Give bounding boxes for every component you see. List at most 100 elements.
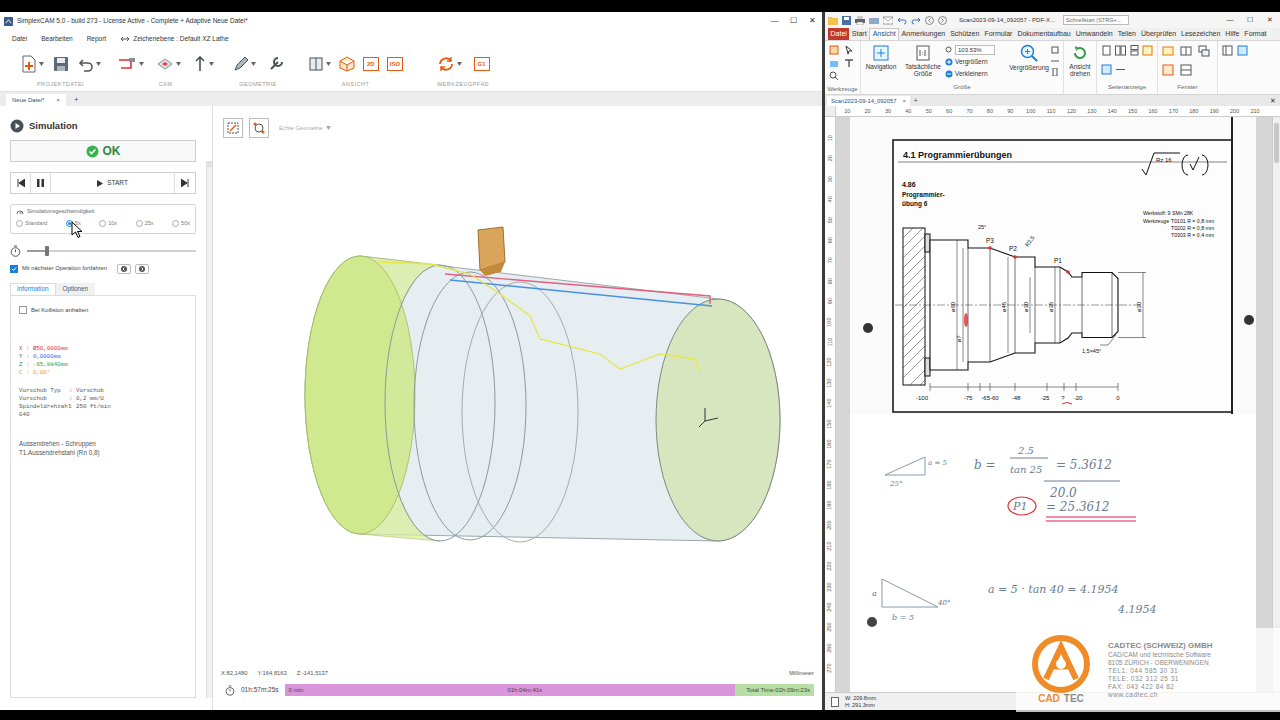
- ribbon-tab[interactable]: Überprüfen: [1139, 28, 1179, 40]
- navigation-button[interactable]: Navigation: [861, 41, 901, 83]
- 3d-viewport[interactable]: Echte Geometrie: [213, 106, 822, 682]
- forward-icon[interactable]: [938, 16, 947, 25]
- folder-icon[interactable]: [828, 16, 838, 25]
- maximize-button[interactable]: ☐: [784, 12, 803, 30]
- text-tool-icon[interactable]: [844, 58, 854, 68]
- back-icon[interactable]: [925, 16, 934, 25]
- plane-selector[interactable]: Zeichenebene : Default XZ Lathe: [133, 34, 228, 44]
- page-layout-icon[interactable]: [1142, 45, 1153, 56]
- checkbox[interactable]: [10, 265, 18, 273]
- ribbon-tab[interactable]: Lesezeichen: [1179, 28, 1223, 40]
- tile-icon[interactable]: [1180, 45, 1192, 57]
- save-icon[interactable]: [53, 56, 69, 72]
- end-button[interactable]: [175, 173, 195, 193]
- previous-operation-button[interactable]: [117, 264, 131, 274]
- speed-option[interactable]: 10x: [99, 219, 117, 227]
- ribbon-tab[interactable]: Schützen: [948, 28, 982, 40]
- fit-visible-icon[interactable]: [1051, 68, 1059, 76]
- continuous-icon[interactable]: [1129, 45, 1140, 56]
- add-tab-button[interactable]: +: [74, 94, 79, 106]
- panel-tab[interactable]: Optionen: [56, 283, 96, 295]
- new-file-icon[interactable]: [21, 55, 37, 73]
- tab-close-button[interactable]: ×: [902, 97, 905, 106]
- undo-icon[interactable]: [897, 16, 907, 25]
- timeline-bar[interactable]: 0 min 01h:04m:41s Total Time:02h:09m:23s: [285, 684, 814, 696]
- menu-item[interactable]: Bearbeiten: [41, 34, 72, 44]
- rewind-button[interactable]: [11, 173, 31, 193]
- ribbon-tab[interactable]: Teilen: [1115, 28, 1138, 40]
- pencil-icon[interactable]: [233, 56, 249, 72]
- fit-width-icon[interactable]: [1051, 57, 1059, 65]
- radio-button[interactable]: [99, 220, 106, 227]
- print-icon[interactable]: [855, 16, 865, 25]
- ribbon-tab[interactable]: Umwandeln: [1073, 28, 1115, 40]
- new-window-icon[interactable]: [1162, 45, 1174, 57]
- tool-icon[interactable]: [193, 56, 207, 72]
- close-button[interactable]: ✕: [803, 12, 822, 30]
- layout-icon[interactable]: [1237, 45, 1248, 56]
- actual-size-button[interactable]: Tatsächliche Größe: [901, 41, 945, 83]
- save-icon[interactable]: [842, 16, 851, 25]
- slider-thumb[interactable]: [45, 246, 49, 256]
- page-scrollbar[interactable]: [1272, 117, 1280, 692]
- quick-search[interactable]: Schnellstart (STRG+...: [1063, 15, 1129, 25]
- refresh-icon[interactable]: [437, 56, 455, 72]
- snapshot-icon[interactable]: [829, 58, 839, 68]
- ribbon-tab[interactable]: Datei: [828, 28, 849, 40]
- panel-scrollbar[interactable]: [206, 161, 212, 698]
- collision-option[interactable]: Bei Kollision anhalten: [31, 306, 88, 315]
- undo-icon[interactable]: [78, 56, 94, 72]
- ribbon-tab[interactable]: Dokumentaufbau: [1015, 28, 1073, 40]
- speed-option[interactable]: 25x: [136, 219, 154, 227]
- menu-item[interactable]: Report: [87, 34, 107, 44]
- panel-toggle-icon[interactable]: [1222, 45, 1233, 56]
- gcode-button[interactable]: G1: [474, 57, 490, 71]
- tab-close-button[interactable]: ×: [56, 96, 60, 105]
- ribbon-tab[interactable]: Formular: [982, 28, 1015, 40]
- rotate-view-button[interactable]: Ansicht drehen: [1064, 41, 1096, 94]
- continue-option[interactable]: Mit nächster Operation fortfahren: [22, 264, 107, 273]
- mail-icon[interactable]: [883, 16, 893, 25]
- start-button[interactable]: START: [51, 173, 175, 193]
- ribbon-tab[interactable]: Format: [1242, 28, 1269, 40]
- ribbon-tab[interactable]: Hilfe: [1223, 28, 1242, 40]
- next-operation-button[interactable]: [135, 264, 149, 274]
- view-2d-button[interactable]: 2D: [363, 57, 379, 71]
- cascade-icon[interactable]: [1198, 45, 1210, 57]
- ribbon-tab[interactable]: Start: [849, 28, 869, 40]
- maximize-button[interactable]: ☐: [1240, 12, 1260, 28]
- speed-option[interactable]: 50x: [172, 219, 190, 227]
- view-icon[interactable]: [308, 56, 324, 72]
- minimize-button[interactable]: —: [765, 12, 784, 30]
- ok-button[interactable]: OK: [10, 140, 196, 162]
- fit-page-icon[interactable]: [1051, 46, 1059, 54]
- single-page-icon[interactable]: [1101, 45, 1112, 56]
- close-document-button[interactable]: ✕: [1270, 96, 1276, 106]
- scan-icon[interactable]: [869, 16, 879, 25]
- wrench-icon[interactable]: [268, 56, 284, 72]
- simulation-scene[interactable]: [213, 100, 822, 676]
- magnifier-button[interactable]: Vergrößerung: [1007, 41, 1051, 83]
- zoom-field[interactable]: 103.53%: [945, 45, 1007, 55]
- panel-tab[interactable]: Information: [10, 283, 56, 295]
- stock-icon[interactable]: [156, 56, 174, 72]
- minimize-button[interactable]: —: [1220, 12, 1240, 28]
- pause-button[interactable]: [31, 173, 51, 193]
- document-tab[interactable]: Scan2023-09-14_092057 ×: [827, 96, 910, 106]
- radio-button[interactable]: [16, 220, 23, 227]
- document-tab[interactable]: Neue Datei* ×: [6, 94, 66, 106]
- toolpath-icon[interactable]: [117, 56, 137, 72]
- cover-icon[interactable]: [1101, 64, 1112, 75]
- redo-icon[interactable]: [911, 16, 921, 25]
- zoom-tool-icon[interactable]: [829, 71, 839, 81]
- add-tab-button[interactable]: +: [914, 96, 918, 106]
- select-button[interactable]: [223, 118, 243, 138]
- select-tool-icon[interactable]: [844, 45, 854, 55]
- close-button[interactable]: ✕: [1260, 12, 1280, 28]
- menu-item[interactable]: Datei: [12, 34, 27, 44]
- snap-button[interactable]: [249, 118, 269, 138]
- ribbon-tab[interactable]: Anmerkungen: [899, 28, 948, 40]
- ribbon-tab[interactable]: Ansicht: [869, 28, 899, 40]
- two-pages-icon[interactable]: [1115, 45, 1126, 56]
- zoom-in-button[interactable]: Vergrößern: [945, 57, 1007, 67]
